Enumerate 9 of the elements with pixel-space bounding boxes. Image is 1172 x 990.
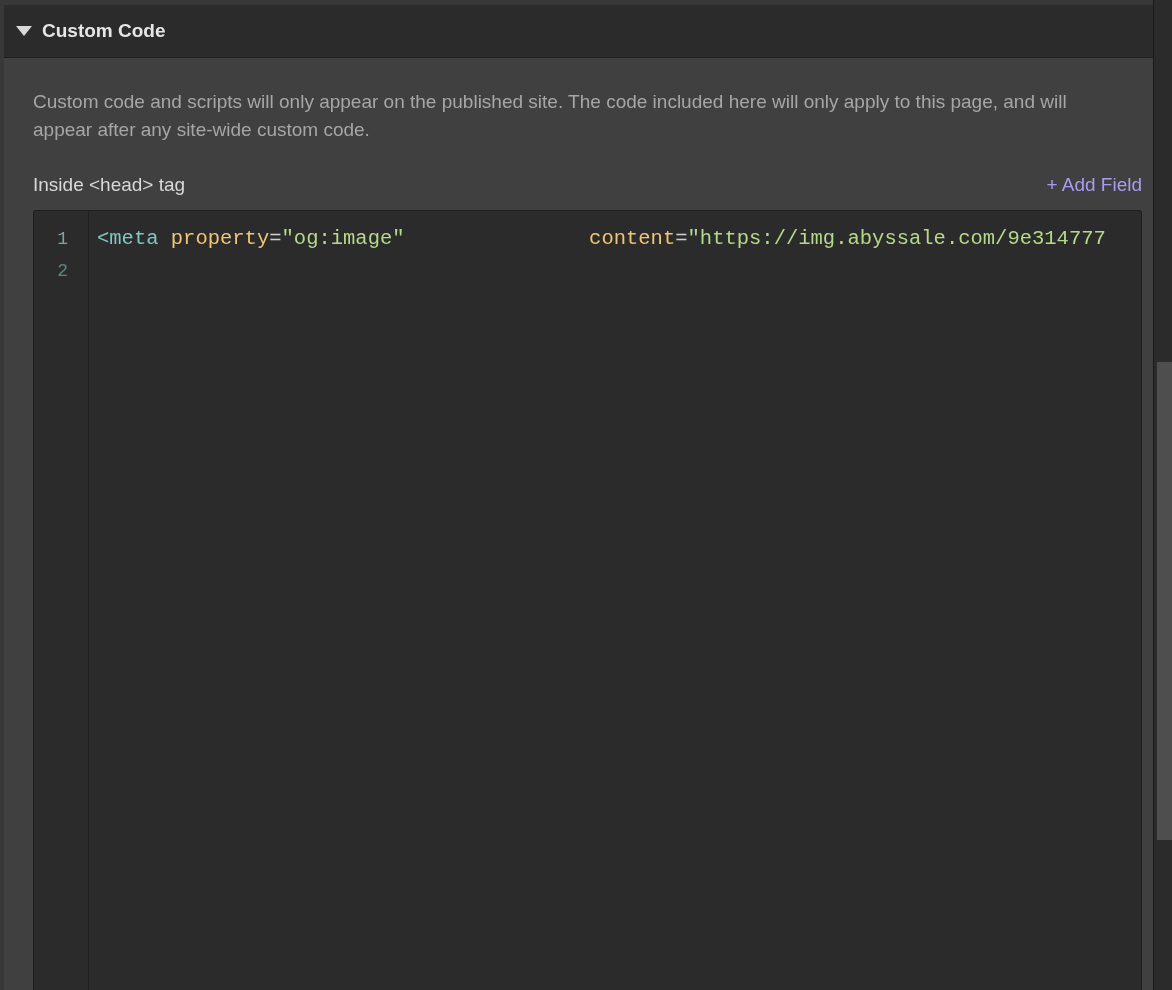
code-editor[interactable]: 1 2 <meta property="og:image" content="https://img.abyssale.com/9e314777 (33, 210, 1142, 990)
field-label: Inside <head> tag (33, 174, 186, 196)
scrollbar-thumb[interactable] (1157, 362, 1172, 840)
line-number: 1 (57, 228, 69, 251)
section-title: Custom Code (42, 20, 166, 42)
code-line: <meta property="og:image" content="https://img.abyssale.com/9e314777 (97, 226, 1107, 252)
line-number: 2 (57, 260, 69, 283)
description-text: Custom code and scripts will only appear on the published site. The code included here will only apply to this page, and will appear after any site-wide custom code. (33, 90, 1068, 142)
add-field-link[interactable]: + Add Field (1046, 174, 1142, 196)
